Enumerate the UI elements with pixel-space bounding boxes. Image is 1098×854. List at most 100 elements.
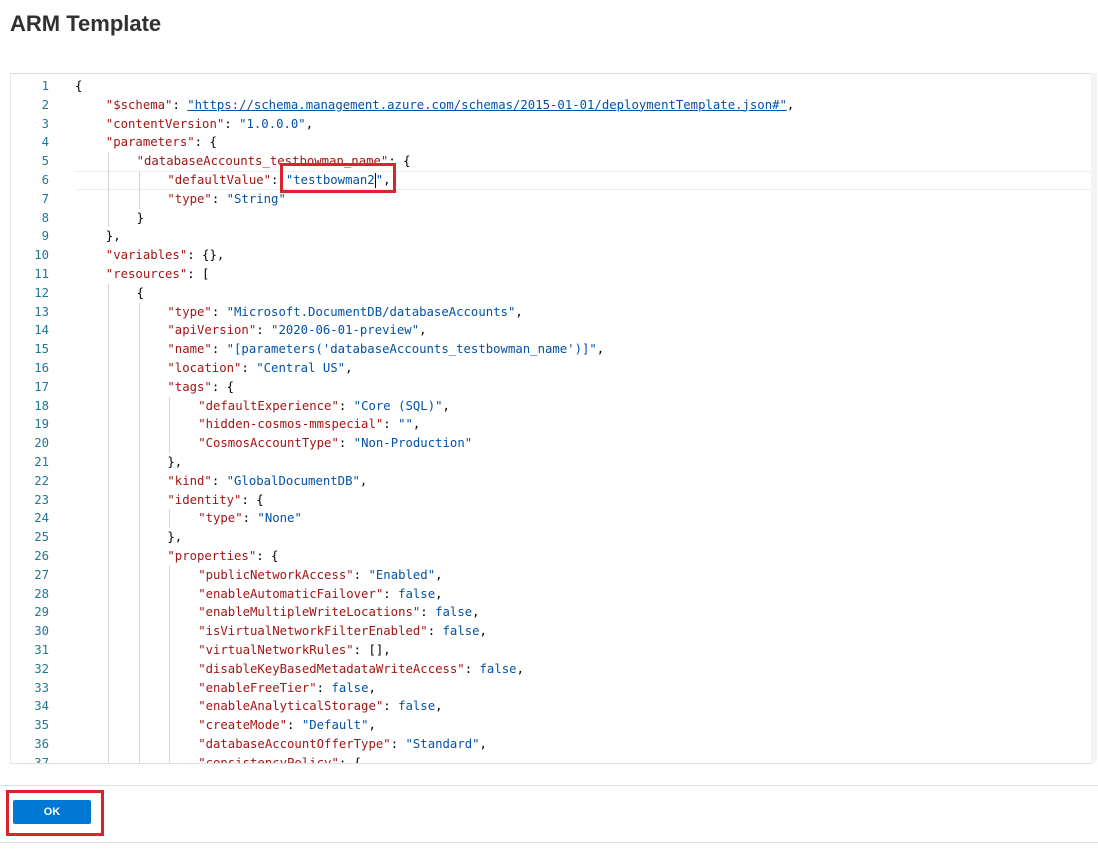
code-line[interactable]: 7 "type": "String" (11, 189, 1093, 209)
line-number: 29 (34, 605, 49, 620)
code-line[interactable]: 1{ (11, 77, 1093, 96)
indent-guide (107, 377, 109, 397)
code-line[interactable]: 36 "databaseAccountOfferType": "Standard"… (11, 734, 1093, 754)
code-text: "enableMultipleWriteLocations": false, (198, 605, 480, 620)
line-number: 3 (41, 116, 49, 131)
line-number: 33 (34, 680, 49, 695)
page-title: ARM Template (10, 11, 162, 36)
code-line[interactable]: 34 "enableAnalyticalStorage": false, (11, 697, 1093, 717)
code-line[interactable]: 18 "defaultExperience": "Core (SQL)", (11, 396, 1093, 416)
indent-guide (169, 434, 171, 453)
code-text: "properties": { (167, 548, 279, 563)
default-value-highlight (280, 163, 396, 193)
indent-guide (107, 716, 109, 735)
indent-guide (138, 659, 140, 679)
code-text: "kind": "GlobalDocumentDB", (167, 473, 368, 488)
indent-guide (169, 415, 171, 435)
code-line[interactable]: 26 "properties": { (11, 546, 1093, 566)
code-line[interactable]: 13 "type": "Microsoft.DocumentDB/database… (11, 302, 1093, 322)
indent-guide (107, 528, 109, 547)
code-text: "tags": { (167, 379, 235, 394)
code-text: "hidden-cosmos-mmspecial": "", (198, 417, 421, 432)
code-text: "type": "String" (167, 191, 286, 206)
indent-guide (107, 152, 109, 171)
indent-guide (107, 340, 109, 359)
code-line[interactable]: 19 "hidden-cosmos-mmspecial": "", (11, 415, 1093, 435)
code-line[interactable]: 2 "$schema": "https://schema.management.a… (11, 96, 1093, 115)
code-line[interactable]: 6 "defaultValue": "testbowman2", (11, 170, 1093, 190)
code-line[interactable]: 27 "publicNetworkAccess": "Enabled", (11, 565, 1093, 585)
indent-guide (107, 640, 109, 660)
code-text: "$schema": "https://schema.management.az… (105, 97, 795, 112)
code-line[interactable]: 5 "databaseAccounts_testbowman_name": { (11, 152, 1093, 171)
line-number: 30 (34, 624, 49, 639)
indent-guide (169, 396, 171, 416)
line-number: 34 (34, 699, 49, 714)
code-line[interactable]: 9}, (11, 227, 1093, 246)
line-number: 25 (34, 530, 49, 545)
indent-guide (138, 716, 140, 735)
indent-guide (169, 622, 171, 641)
code-line[interactable]: 11 "resources": [ (11, 265, 1093, 284)
indent-guide (169, 753, 171, 763)
code-line[interactable]: 37 "consistencyPolicy": { (11, 753, 1093, 763)
code-line[interactable]: 16 "location": "Central US", (11, 358, 1093, 378)
code-text: { (136, 285, 144, 300)
code-text: "name": "[parameters('databaseAccounts_t… (167, 342, 605, 357)
code-line[interactable]: 14 "apiVersion": "2020-06-01-preview", (11, 321, 1093, 341)
code-text: "apiVersion": "2020-06-01-preview", (167, 323, 427, 338)
line-number: 21 (34, 454, 49, 469)
code-line[interactable]: 31 "virtualNetworkRules": [], (11, 640, 1093, 660)
code-line[interactable]: 29 "enableMultipleWriteLocations": false, (11, 603, 1093, 623)
line-number: 17 (34, 379, 49, 394)
code-line[interactable]: 12 { (11, 283, 1093, 303)
code-text: "identity": { (167, 492, 264, 507)
ok-button[interactable]: OK (13, 800, 91, 824)
editor-scrollbar[interactable] (1091, 73, 1097, 762)
code-line[interactable]: 3 "contentVersion": "1.0.0.0", (11, 115, 1093, 134)
indent-guide (169, 603, 171, 623)
code-line[interactable]: 15 "name": "[parameters('databaseAccounts… (11, 340, 1093, 359)
indent-guide (107, 415, 109, 435)
indent-guide (138, 678, 140, 698)
line-number: 13 (34, 304, 49, 319)
code-line[interactable]: 30 "isVirtualNetworkFilterEnabled": false… (11, 622, 1093, 641)
line-number: 19 (34, 417, 49, 432)
line-number: 5 (41, 154, 49, 169)
indent-guide (107, 678, 109, 698)
indent-guide (107, 321, 109, 341)
code-line[interactable]: 4 "parameters": { (11, 133, 1093, 152)
code-line[interactable]: 25}, (11, 528, 1093, 547)
indent-guide (169, 659, 171, 679)
code-line[interactable]: 8} (11, 208, 1093, 228)
code-line[interactable]: 23 "identity": { (11, 490, 1093, 510)
indent-guide (107, 490, 109, 510)
code-line[interactable]: 21}, (11, 452, 1093, 472)
code-line[interactable]: 17 "tags": { (11, 377, 1093, 397)
code-editor[interactable]: 1{2 "$schema": "https://schema.management… (10, 73, 1093, 764)
indent-guide (138, 734, 140, 754)
code-text: "enableAnalyticalStorage": false, (198, 699, 443, 714)
indent-guide (169, 734, 171, 754)
line-number: 12 (34, 285, 49, 300)
code-line[interactable]: 20 "CosmosAccountType": "Non-Production" (11, 434, 1093, 453)
code-line[interactable]: 28 "enableAutomaticFailover": false, (11, 584, 1093, 604)
code-line[interactable]: 10 "variables": {}, (11, 246, 1093, 265)
indent-guide (107, 659, 109, 679)
indent-guide (138, 753, 140, 763)
line-number: 16 (34, 360, 49, 375)
indent-guide (107, 622, 109, 641)
indent-guide (107, 396, 109, 416)
indent-guide (138, 340, 140, 359)
code-line[interactable]: 22 "kind": "GlobalDocumentDB", (11, 471, 1093, 491)
code-line[interactable]: 24 "type": "None" (11, 509, 1093, 529)
indent-guide (107, 358, 109, 378)
code-line[interactable]: 35 "createMode": "Default", (11, 716, 1093, 735)
indent-guide (107, 189, 109, 209)
code-line[interactable]: 33 "enableFreeTier": false, (11, 678, 1093, 698)
indent-guide (169, 716, 171, 735)
code-text: "createMode": "Default", (198, 718, 376, 733)
indent-guide (138, 189, 140, 209)
code-text: "defaultExperience": "Core (SQL)", (198, 398, 450, 413)
code-line[interactable]: 32 "disableKeyBasedMetadataWriteAccess": … (11, 659, 1093, 679)
